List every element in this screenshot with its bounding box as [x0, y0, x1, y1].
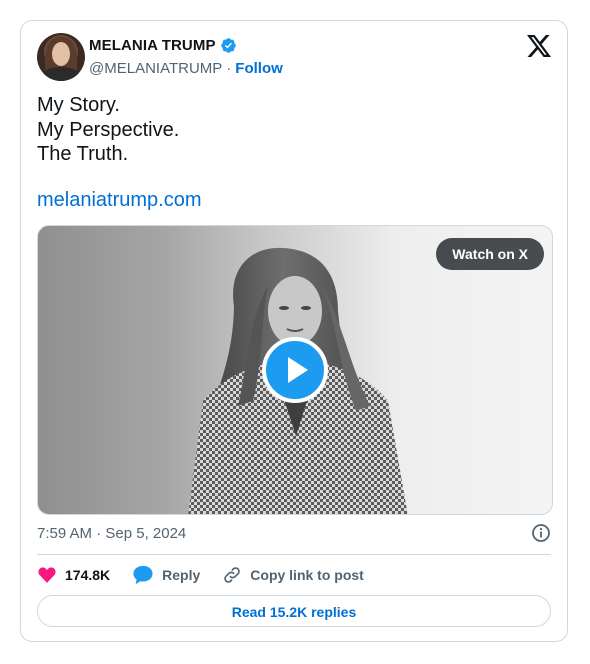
author-handle[interactable]: @MELANIATRUMP [89, 60, 222, 77]
tweet-text: My Story. My Perspective. The Truth. [37, 93, 179, 167]
avatar-shoulders [41, 67, 81, 81]
tweet-external-link[interactable]: melaniatrump.com [37, 189, 202, 212]
handle-separator: · [226, 60, 232, 77]
link-icon [224, 567, 241, 583]
tweet-text-line-1: My Story. [37, 94, 120, 116]
avatar[interactable] [37, 33, 85, 81]
reply-button[interactable]: Reply [132, 565, 200, 585]
tweet-text-line-3: The Truth. [37, 143, 129, 165]
tweet-timestamp[interactable]: 7:59 AM · Sep 5, 2024 [37, 525, 186, 542]
speech-bubble-icon [133, 565, 153, 585]
heart-icon [38, 567, 56, 583]
x-logo-icon[interactable] [527, 35, 551, 57]
info-icon[interactable] [531, 523, 551, 543]
author-name[interactable]: MELANIA TRUMP [89, 37, 216, 54]
video-media[interactable]: Watch on X [37, 225, 553, 515]
play-icon [288, 357, 308, 383]
copy-link-button[interactable]: Copy link to post [222, 565, 364, 585]
like-button[interactable]: 174.8K [37, 565, 110, 585]
watch-on-x-button[interactable]: Watch on X [436, 238, 544, 270]
verified-badge-icon [220, 37, 237, 54]
play-button[interactable] [262, 337, 328, 403]
like-count: 174.8K [65, 567, 111, 583]
tweet-text-line-2: My Perspective. [37, 118, 180, 141]
author-handle-row: @MELANIATRUMP · Follow [89, 60, 283, 77]
avatar-face [52, 42, 70, 66]
author-name-row: MELANIA TRUMP [89, 37, 237, 54]
read-replies-button[interactable]: Read 15.2K replies [37, 595, 551, 627]
follow-link[interactable]: Follow [235, 60, 283, 77]
copy-link-label: Copy link to post [250, 567, 364, 583]
tweet-actions: 174.8K Reply Copy link to post [37, 563, 386, 587]
tweet-header: MELANIA TRUMP @MELANIATRUMP · Follow [37, 33, 551, 83]
divider [37, 554, 551, 555]
reply-label: Reply [162, 567, 201, 583]
tweet-embed-card: MELANIA TRUMP @MELANIATRUMP · Follow My … [20, 20, 568, 642]
